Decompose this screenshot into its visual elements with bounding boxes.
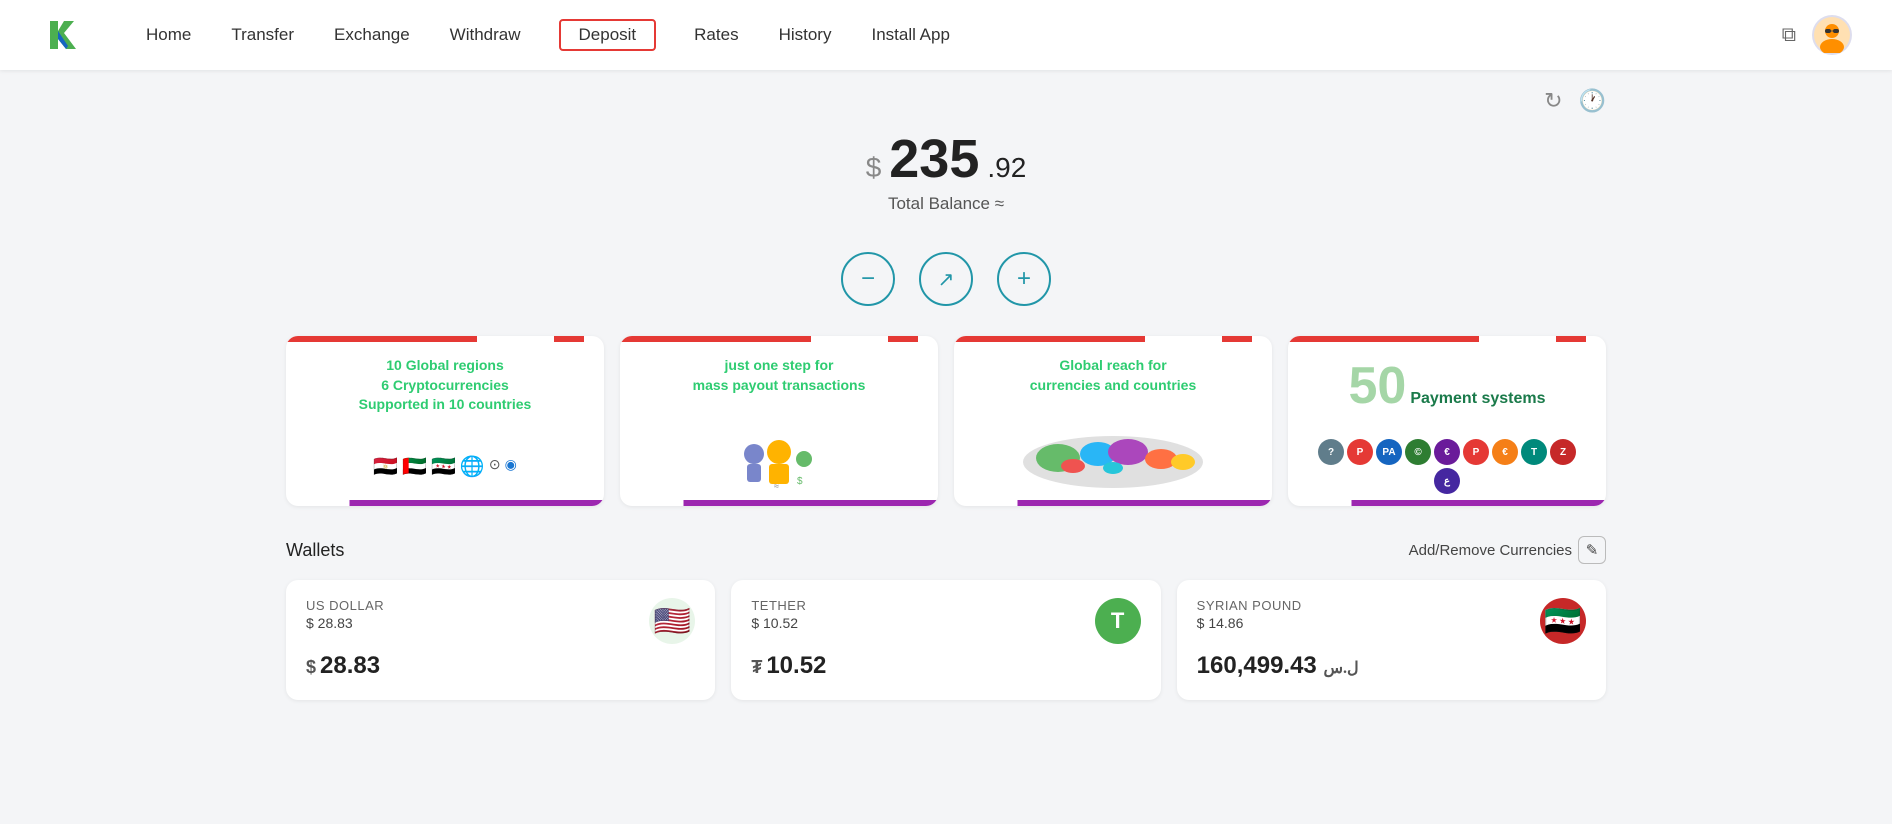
balance-main: 235 xyxy=(889,128,979,190)
wallet-usd-value-syp: $ 14.86 xyxy=(1197,615,1302,631)
wallet-info-tether: TETHER $ 10.52 xyxy=(751,598,806,631)
feature-card-payment-systems: 50 Payment systems ? P PA © € P € T Z ع xyxy=(1288,336,1606,506)
wallet-flag-usd: 🇺🇸 xyxy=(649,598,695,644)
action-buttons: − ↗ + xyxy=(286,252,1606,306)
feature-card-global-regions: 10 Global regions 6 Cryptocurrencies Sup… xyxy=(286,336,604,506)
card-top-bar-4 xyxy=(1288,336,1606,342)
payment-label: Payment systems xyxy=(1410,390,1545,408)
wallet-flag-syp: 🇸🇾 xyxy=(1540,598,1586,644)
feature-card-global-reach: Global reach for currencies and countrie… xyxy=(954,336,1272,506)
wallet-card-top-syp: SYRIAN POUND $ 14.86 🇸🇾 xyxy=(1197,598,1586,644)
card-title-2: just one step for mass payout transactio… xyxy=(636,356,922,395)
arrow-up-right-icon: ↗ xyxy=(938,267,955,292)
top-actions: ↻ 🕐 xyxy=(286,70,1606,118)
balance-amount: $ 235 .92 xyxy=(286,128,1606,190)
logo[interactable] xyxy=(40,13,84,57)
wallet-symbol-syp: ل.س xyxy=(1323,660,1358,677)
avatar[interactable] xyxy=(1812,15,1852,55)
wallet-currency-name-syp: SYRIAN POUND xyxy=(1197,598,1302,613)
wallet-main-amount-usd: $28.83 xyxy=(306,652,695,680)
wallet-main-amount-syp: ل.س 160,499.43 xyxy=(1197,652,1586,680)
card-visual-3 xyxy=(970,416,1256,500)
wallet-main-amount-tether: ₮10.52 xyxy=(751,652,1140,680)
wallet-symbol-usd: $ xyxy=(306,657,316,677)
card-bottom-bar-3 xyxy=(954,500,1272,506)
card-title-3: Global reach for currencies and countrie… xyxy=(970,356,1256,395)
payment-logos: ? P PA © € P € T Z ع xyxy=(1304,439,1590,494)
card-bottom-bar-2 xyxy=(620,500,938,506)
main-nav: Home Transfer Exchange Withdraw Deposit … xyxy=(144,19,1782,51)
refresh-icon[interactable]: ↻ xyxy=(1544,88,1562,114)
card-visual-2: $ ≈ xyxy=(636,426,922,500)
edit-icon: ✎ xyxy=(1578,536,1606,564)
globe-flags: 🇪🇬 🇦🇪 🇸🇾 🌐 ⊙ ◉ xyxy=(373,454,517,479)
nav-transfer[interactable]: Transfer xyxy=(229,21,296,49)
card-content-1: 10 Global regions 6 Cryptocurrencies Sup… xyxy=(286,342,604,500)
withdraw-button[interactable]: − xyxy=(841,252,895,306)
wallets-title: Wallets xyxy=(286,540,344,561)
nav-history[interactable]: History xyxy=(777,21,834,49)
transfer-button[interactable]: ↗ xyxy=(919,252,973,306)
wallet-currency-name-tether: TETHER xyxy=(751,598,806,613)
wallet-flag-tether: T xyxy=(1095,598,1141,644)
card-bottom-bar-4 xyxy=(1288,500,1606,506)
card-top-bar-1 xyxy=(286,336,604,342)
wallet-info-syp: SYRIAN POUND $ 14.86 xyxy=(1197,598,1302,631)
card-top-bar-3 xyxy=(954,336,1272,342)
card-title-1: 10 Global regions 6 Cryptocurrencies Sup… xyxy=(302,356,588,415)
wallet-currency-name-usd: US DOLLAR xyxy=(306,598,384,613)
copy-icon[interactable]: ⧉ xyxy=(1782,24,1796,47)
clock-icon[interactable]: 🕐 xyxy=(1579,88,1606,114)
header: Home Transfer Exchange Withdraw Deposit … xyxy=(0,0,1892,70)
card-top-bar-2 xyxy=(620,336,938,342)
balance-dollar-sign: $ xyxy=(866,152,882,184)
main-content: ↻ 🕐 $ 235 .92 Total Balance ≈ − ↗ + 10 G… xyxy=(246,70,1646,700)
nav-withdraw[interactable]: Withdraw xyxy=(448,21,523,49)
card-visual-4: ? P PA © € P € T Z ع xyxy=(1304,427,1590,500)
payment-number: 50 xyxy=(1348,356,1406,416)
wallets-header: Wallets Add/Remove Currencies ✎ xyxy=(286,536,1606,564)
feature-card-mass-payout: just one step for mass payout transactio… xyxy=(620,336,938,506)
wallet-cards: US DOLLAR $ 28.83 🇺🇸 $28.83 TETHER $ 10.… xyxy=(286,580,1606,700)
minus-icon: − xyxy=(861,265,875,293)
svg-text:$: $ xyxy=(797,476,803,487)
wallet-card-syp: SYRIAN POUND $ 14.86 🇸🇾 ل.س 160,499.43 xyxy=(1177,580,1606,700)
wallet-symbol-tether: ₮ xyxy=(751,657,762,677)
wallet-card-top-usd: US DOLLAR $ 28.83 🇺🇸 xyxy=(306,598,695,644)
wallet-usd-value-tether: $ 10.52 xyxy=(751,615,806,631)
svg-text:≈: ≈ xyxy=(774,481,779,491)
nav-install-app[interactable]: Install App xyxy=(869,21,951,49)
deposit-button[interactable]: + xyxy=(997,252,1051,306)
header-right: ⧉ xyxy=(1782,15,1852,55)
wallet-card-usd: US DOLLAR $ 28.83 🇺🇸 $28.83 xyxy=(286,580,715,700)
wallet-card-tether: TETHER $ 10.52 T ₮10.52 xyxy=(731,580,1160,700)
card-content-2: just one step for mass payout transactio… xyxy=(620,342,938,500)
wallet-info-usd: US DOLLAR $ 28.83 xyxy=(306,598,384,631)
card-content-3: Global reach for currencies and countrie… xyxy=(954,342,1272,500)
plus-icon: + xyxy=(1017,265,1031,293)
add-remove-currencies-button[interactable]: Add/Remove Currencies ✎ xyxy=(1409,536,1606,564)
nav-exchange[interactable]: Exchange xyxy=(332,21,412,49)
add-remove-currencies-label: Add/Remove Currencies xyxy=(1409,542,1572,559)
balance-cents: .92 xyxy=(987,152,1026,184)
wallet-usd-value-usd: $ 28.83 xyxy=(306,615,384,631)
card-bottom-bar-1 xyxy=(286,500,604,506)
nav-home[interactable]: Home xyxy=(144,21,193,49)
nav-rates[interactable]: Rates xyxy=(692,21,740,49)
feature-cards: 10 Global regions 6 Cryptocurrencies Sup… xyxy=(286,336,1606,506)
nav-deposit[interactable]: Deposit xyxy=(559,19,657,51)
balance-section: $ 235 .92 Total Balance ≈ xyxy=(286,118,1606,234)
wallet-card-top-tether: TETHER $ 10.52 T xyxy=(751,598,1140,644)
card-visual-1: 🇪🇬 🇦🇪 🇸🇾 🌐 ⊙ ◉ xyxy=(302,430,588,500)
balance-label: Total Balance ≈ xyxy=(286,194,1606,214)
card-content-4: 50 Payment systems ? P PA © € P € T Z ع xyxy=(1288,342,1606,500)
